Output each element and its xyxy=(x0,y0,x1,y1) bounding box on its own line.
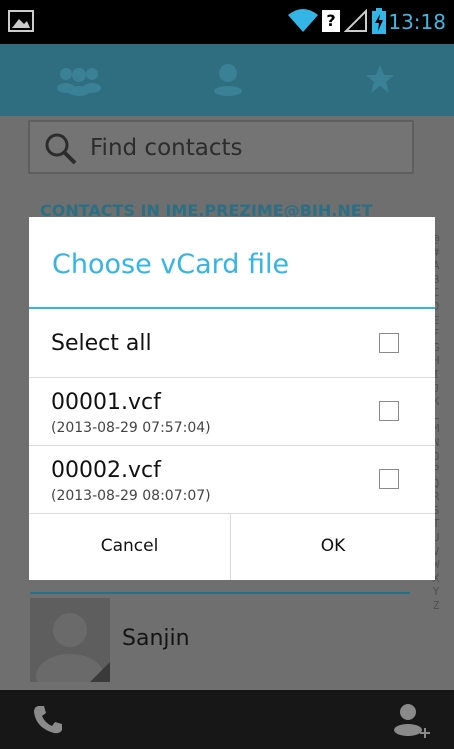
wifi-icon xyxy=(288,9,318,32)
dialog-title: Choose vCard file xyxy=(52,249,290,280)
battery-charging-icon xyxy=(372,8,386,34)
bottom-bar xyxy=(0,690,454,749)
status-bar: ? 13:18 xyxy=(0,0,454,44)
person-placeholder-icon xyxy=(36,613,110,698)
select-all-checkbox[interactable] xyxy=(379,333,399,353)
person-icon xyxy=(214,64,242,96)
group-icon xyxy=(57,68,101,96)
file-date: (2013-08-29 07:57:04) xyxy=(51,420,211,436)
star-icon xyxy=(366,65,394,93)
vcard-dialog: Choose vCard file Select all 00001.vcf (… xyxy=(29,217,435,580)
select-all-row[interactable]: Select all xyxy=(29,309,435,377)
file-checkbox[interactable] xyxy=(379,469,399,489)
phone-icon[interactable] xyxy=(32,704,64,736)
image-notification-icon xyxy=(8,10,34,32)
tab-favorites[interactable] xyxy=(303,44,454,116)
ok-button[interactable]: OK xyxy=(231,511,435,580)
file-name: 00002.vcf xyxy=(51,458,161,483)
tab-contacts[interactable] xyxy=(151,44,303,116)
section-divider xyxy=(30,592,410,594)
tabs-bar xyxy=(0,44,454,160)
select-all-label: Select all xyxy=(51,331,152,356)
sim-missing-icon: ? xyxy=(322,10,340,32)
search-placeholder: Find contacts xyxy=(90,135,243,161)
cancel-button[interactable]: Cancel xyxy=(29,511,230,580)
signal-icon xyxy=(344,9,367,32)
file-checkbox[interactable] xyxy=(379,401,399,421)
status-time: 13:18 xyxy=(388,10,446,34)
list-item[interactable]: 00001.vcf (2013-08-29 07:57:04) xyxy=(29,378,435,445)
list-item[interactable]: 00002.vcf (2013-08-29 08:07:07) xyxy=(29,446,435,513)
avatar[interactable] xyxy=(30,598,110,698)
file-name: 00001.vcf xyxy=(51,390,161,415)
search-icon xyxy=(45,133,77,165)
contact-name[interactable]: Sanjin xyxy=(122,626,190,651)
tab-groups[interactable] xyxy=(0,44,151,116)
file-date: (2013-08-29 08:07:07) xyxy=(51,488,211,504)
add-contact-icon[interactable] xyxy=(392,702,432,742)
